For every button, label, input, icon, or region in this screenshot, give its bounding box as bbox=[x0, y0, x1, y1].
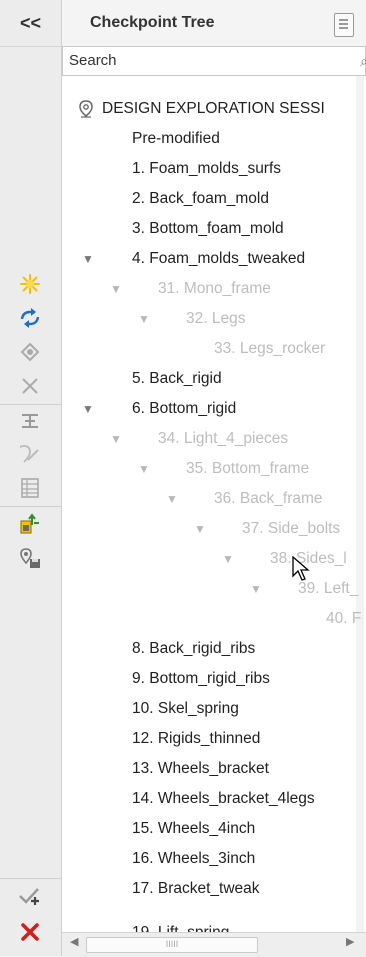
sparkle-icon[interactable] bbox=[14, 270, 46, 298]
target-icon[interactable] bbox=[14, 338, 46, 366]
search-input[interactable]: Search ⌕ bbox=[62, 46, 366, 76]
location-pin-icon bbox=[79, 100, 93, 118]
tree-item[interactable]: Pre-modified bbox=[132, 125, 220, 153]
tree-item[interactable]: 15. Wheels_4inch bbox=[132, 815, 255, 843]
save-checkpoint-icon[interactable] bbox=[14, 544, 46, 572]
refresh-icon[interactable] bbox=[14, 304, 46, 332]
expand-toggle-icon[interactable]: ▼ bbox=[110, 425, 122, 453]
tree-item[interactable]: 19. Lift_spring bbox=[132, 919, 229, 932]
tree-item[interactable]: 12. Rigids_thinned bbox=[132, 725, 260, 753]
expand-toggle-icon[interactable]: ▼ bbox=[194, 515, 206, 543]
scroll-left-icon[interactable]: ◀ bbox=[70, 935, 78, 948]
tree-item[interactable]: 13. Wheels_bracket bbox=[132, 755, 269, 783]
tree-item[interactable]: 6. Bottom_rigid bbox=[132, 395, 236, 423]
tree-item[interactable]: 1. Foam_molds_surfs bbox=[132, 155, 281, 183]
tree-item[interactable]: 5. Back_rigid bbox=[132, 365, 222, 393]
tree-item[interactable]: 4. Foam_molds_tweaked bbox=[132, 245, 305, 273]
expand-toggle-icon[interactable]: ▼ bbox=[82, 395, 94, 423]
tree-item[interactable]: 37. Side_bolts bbox=[242, 515, 340, 543]
tree-item[interactable]: 35. Bottom_frame bbox=[186, 455, 309, 483]
tree-item[interactable]: 8. Back_rigid_ribs bbox=[132, 635, 255, 663]
expand-toggle-icon[interactable]: ▼ bbox=[138, 455, 150, 483]
tree-item[interactable]: 10. Skel_spring bbox=[132, 695, 239, 723]
mouse-cursor-icon bbox=[292, 556, 310, 581]
panel-title: Checkpoint Tree bbox=[90, 14, 215, 31]
tree-item[interactable]: 2. Back_foam_mold bbox=[132, 185, 269, 213]
export-icon[interactable] bbox=[14, 510, 46, 538]
close-icon[interactable] bbox=[14, 372, 46, 400]
tree-item[interactable]: 33. Legs_rocker bbox=[214, 335, 325, 363]
tree-item[interactable]: 16. Wheels_3inch bbox=[132, 845, 255, 873]
tree-item[interactable]: 36. Back_frame bbox=[214, 485, 323, 513]
tree-item[interactable]: 17. Bracket_tweak bbox=[132, 875, 260, 903]
scrollbar-thumb[interactable]: IIIII bbox=[86, 937, 258, 953]
tree-item[interactable]: 40. F bbox=[326, 605, 361, 633]
accept-icon[interactable] bbox=[14, 882, 46, 910]
tree-item[interactable]: 9. Bottom_rigid_ribs bbox=[132, 665, 270, 693]
tree-item[interactable]: 3. Bottom_foam_mold bbox=[132, 215, 284, 243]
search-icon[interactable]: ⌕ bbox=[360, 47, 366, 75]
tree-item[interactable]: 34. Light_4_pieces bbox=[158, 425, 288, 453]
table-icon[interactable] bbox=[14, 474, 46, 502]
cancel-icon[interactable] bbox=[14, 918, 46, 946]
checkpoint-tree: DESIGN EXPLORATION SESSI Pre-modified 1.… bbox=[62, 76, 366, 932]
tree-item[interactable]: 31. Mono_frame bbox=[158, 275, 271, 303]
tree-item[interactable]: 14. Wheels_bracket_4legs bbox=[132, 785, 315, 813]
tree-item[interactable]: 32. Legs bbox=[186, 305, 245, 333]
expand-toggle-icon[interactable]: ▼ bbox=[110, 275, 122, 303]
expand-toggle-icon[interactable]: ▼ bbox=[138, 305, 150, 333]
expand-toggle-icon[interactable]: ▼ bbox=[250, 575, 262, 603]
expand-toggle-icon[interactable]: ▼ bbox=[166, 485, 178, 513]
pin-edit-icon[interactable] bbox=[14, 440, 46, 468]
align-icon[interactable] bbox=[14, 406, 46, 434]
list-view-icon[interactable] bbox=[334, 13, 354, 37]
search-value: Search bbox=[69, 52, 117, 69]
collapse-panel-button[interactable]: << bbox=[0, 0, 61, 47]
expand-toggle-icon[interactable]: ▼ bbox=[222, 545, 234, 573]
expand-toggle-icon[interactable]: ▼ bbox=[82, 245, 94, 273]
horizontal-scrollbar[interactable]: ◀ IIIII ▶ bbox=[62, 932, 366, 957]
panel-header: Checkpoint Tree bbox=[62, 0, 366, 46]
left-toolbar: << bbox=[0, 0, 62, 956]
scroll-right-icon[interactable]: ▶ bbox=[346, 935, 354, 948]
